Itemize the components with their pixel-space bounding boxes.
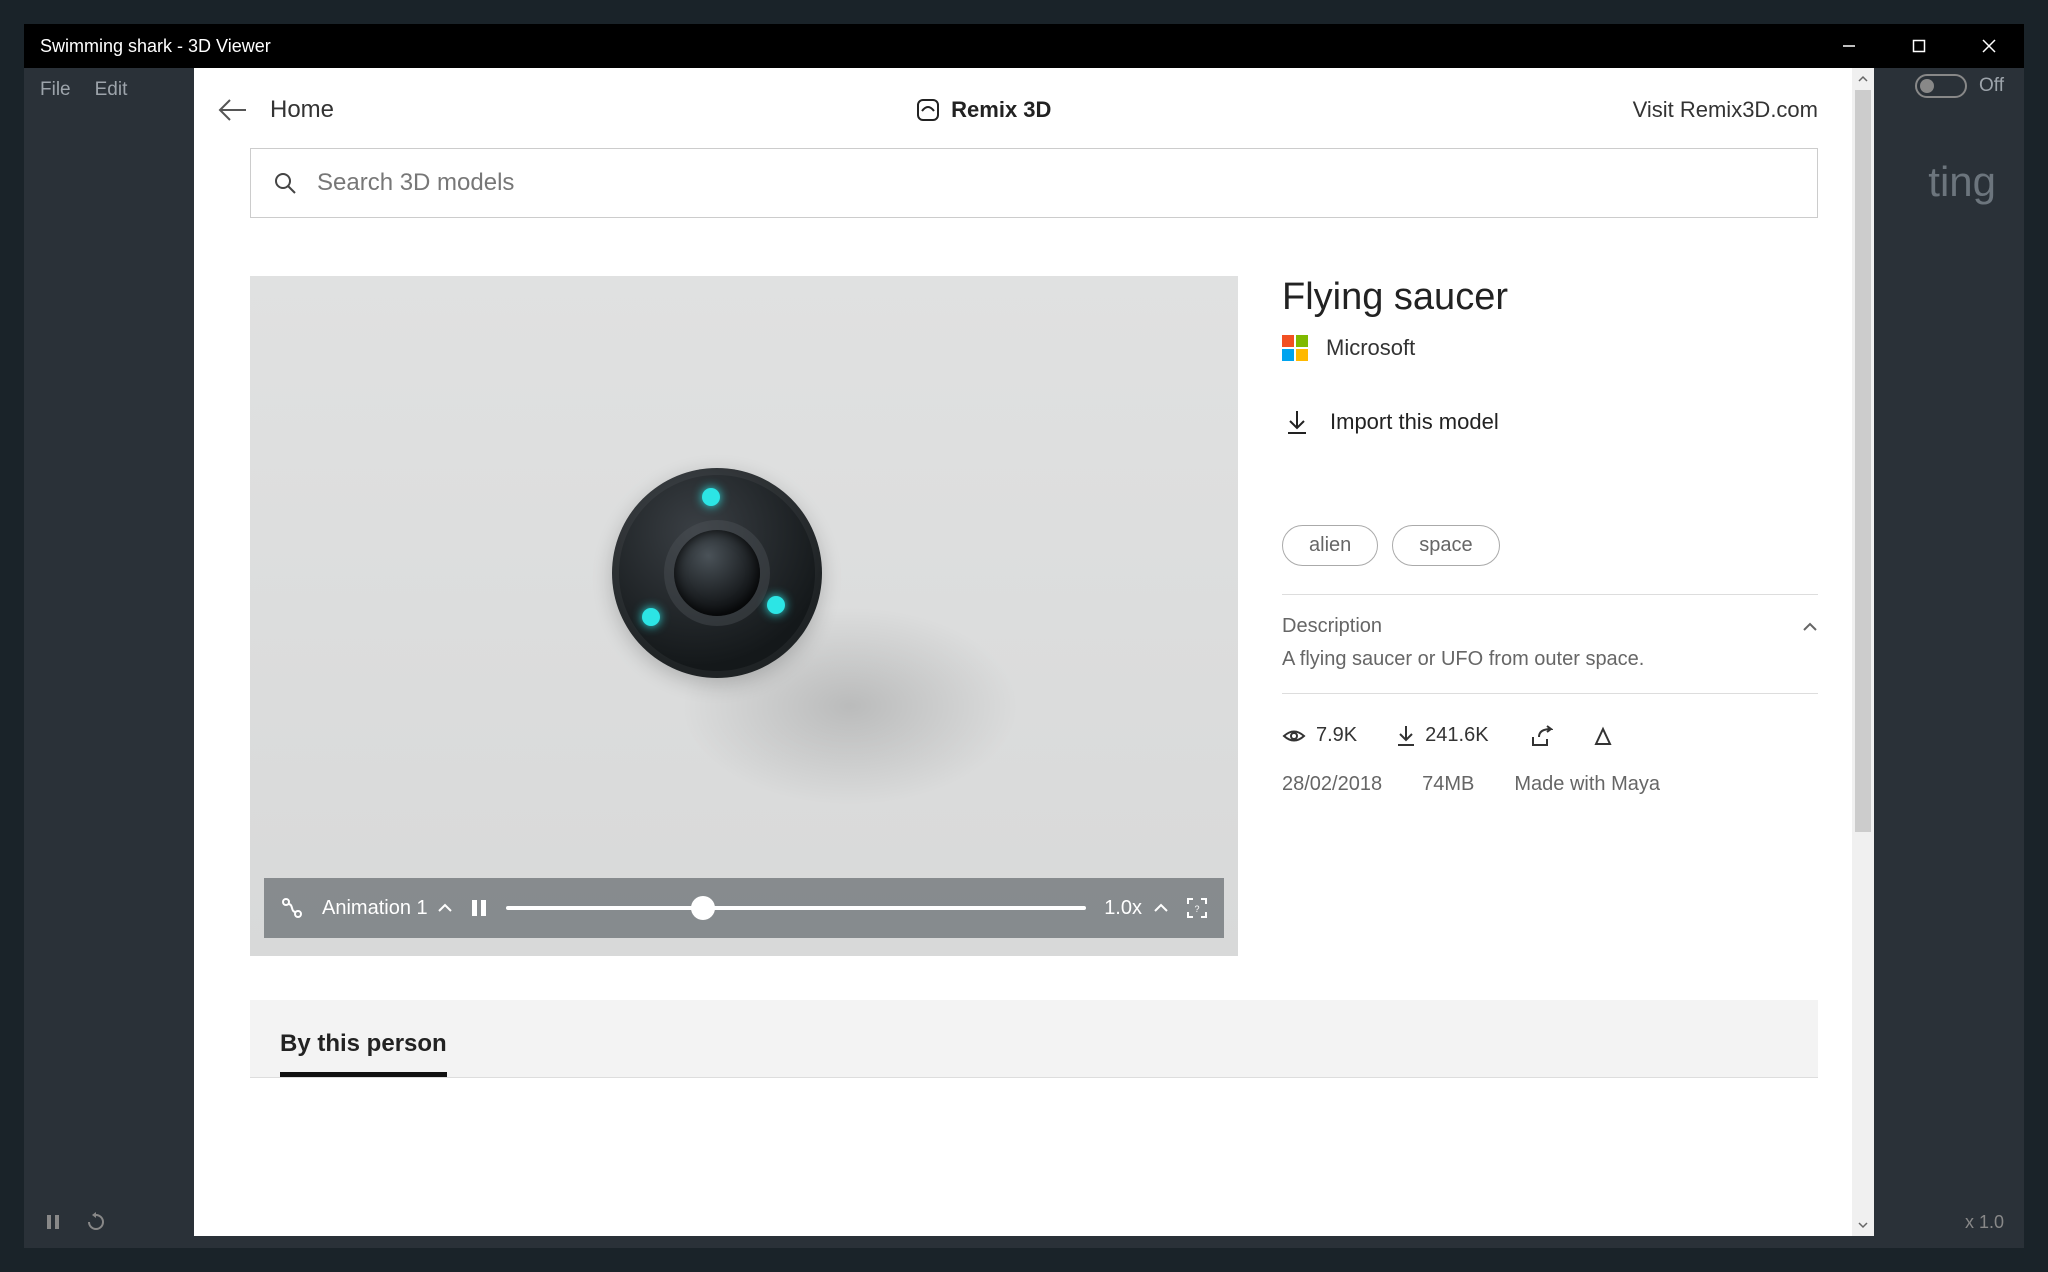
window-title: Swimming shark - 3D Viewer xyxy=(40,36,1814,57)
download-icon xyxy=(1286,409,1308,435)
share-icon[interactable] xyxy=(1529,725,1553,747)
remix3d-panel: Home Remix 3D Visit Remix3D.com xyxy=(194,68,1874,1236)
app-body: File Edit Off ting x 1.0 H xyxy=(24,68,2024,1248)
download-icon xyxy=(1397,725,1415,747)
model-details: Flying saucer Microsoft Import this mode… xyxy=(1282,276,1818,956)
toggle-icon xyxy=(1915,74,1967,98)
search-row xyxy=(194,142,1874,228)
remix3d-logo-icon xyxy=(915,97,941,123)
scroll-thumb[interactable] xyxy=(1855,90,1871,832)
scroll-up-icon[interactable] xyxy=(1852,68,1874,90)
tag-space[interactable]: space xyxy=(1392,525,1499,566)
views-count: 7.9K xyxy=(1316,724,1357,747)
scroll-down-icon[interactable] xyxy=(1852,1214,1874,1236)
search-icon xyxy=(273,171,297,195)
close-button[interactable] xyxy=(1954,24,2024,68)
chevron-up-icon xyxy=(438,903,452,913)
reload-icon[interactable] xyxy=(86,1212,106,1232)
model-viewer[interactable]: Animation 1 1.0x xyxy=(250,276,1238,956)
speed-control[interactable]: 1.0x xyxy=(1104,897,1168,920)
menu-file[interactable]: File xyxy=(40,79,71,101)
search-input[interactable] xyxy=(317,169,1795,197)
views-stat: 7.9K xyxy=(1282,724,1357,747)
import-label: Import this model xyxy=(1330,409,1499,435)
toggle-label: Off xyxy=(1979,75,2004,97)
back-arrow-icon xyxy=(218,98,248,122)
downloads-count: 241.6K xyxy=(1425,724,1488,747)
speed-label: 1.0x xyxy=(1104,897,1142,920)
maximize-button[interactable] xyxy=(1884,24,1954,68)
speed-label: x 1.0 xyxy=(1965,1212,2004,1233)
author-row[interactable]: Microsoft xyxy=(1282,335,1818,361)
minimize-button[interactable] xyxy=(1814,24,1884,68)
flag-icon[interactable] xyxy=(1593,726,1613,746)
scroll-track[interactable] xyxy=(1852,90,1874,1214)
pause-icon[interactable] xyxy=(470,898,488,918)
titlebar: Swimming shark - 3D Viewer xyxy=(24,24,2024,68)
animation-bar: Animation 1 1.0x xyxy=(264,878,1224,938)
meta-row: 28/02/2018 74MB Made with Maya xyxy=(1282,759,1818,810)
downloads-stat: 241.6K xyxy=(1397,724,1488,747)
meta-size: 74MB xyxy=(1422,773,1474,796)
animation-slider[interactable] xyxy=(506,906,1087,910)
tag-list: alien space xyxy=(1282,525,1818,566)
fullscreen-icon[interactable]: ? xyxy=(1186,897,1208,919)
background-partial-text: ting xyxy=(1928,158,1996,206)
window: Swimming shark - 3D Viewer File Edit Off… xyxy=(24,24,2024,1248)
import-button[interactable]: Import this model xyxy=(1282,409,1818,435)
description-header[interactable]: Description xyxy=(1282,595,1818,648)
chevron-up-icon xyxy=(1802,621,1818,633)
brand: Remix 3D xyxy=(334,97,1633,123)
back-button[interactable]: Home xyxy=(218,96,334,124)
menu-edit[interactable]: Edit xyxy=(95,79,128,101)
tabs-row: By this person xyxy=(250,1000,1818,1078)
visit-link[interactable]: Visit Remix3D.com xyxy=(1633,97,1818,123)
background-toggle[interactable]: Off xyxy=(1915,74,2004,98)
main-row: Animation 1 1.0x xyxy=(194,228,1874,956)
animation-select[interactable]: Animation 1 xyxy=(322,897,452,920)
scrollbar[interactable] xyxy=(1852,68,1874,1236)
microsoft-logo-icon xyxy=(1282,335,1308,361)
description-label: Description xyxy=(1282,615,1382,638)
meta-date: 28/02/2018 xyxy=(1282,773,1382,796)
chevron-up-icon xyxy=(1154,903,1168,913)
model-title: Flying saucer xyxy=(1282,276,1818,319)
search-box[interactable] xyxy=(250,148,1818,218)
model-render xyxy=(612,468,822,678)
pause-icon[interactable] xyxy=(44,1213,62,1231)
window-controls xyxy=(1814,24,2024,68)
panel-header: Home Remix 3D Visit Remix3D.com xyxy=(194,68,1874,142)
meta-made-with: Made with Maya xyxy=(1514,773,1660,796)
animation-icon xyxy=(280,896,304,920)
tag-alien[interactable]: alien xyxy=(1282,525,1378,566)
back-label: Home xyxy=(270,96,334,124)
svg-text:?: ? xyxy=(1194,904,1199,914)
stats-row: 7.9K 241.6K xyxy=(1282,694,1818,759)
animation-label: Animation 1 xyxy=(322,897,428,920)
slider-thumb[interactable] xyxy=(691,896,715,920)
tab-by-person[interactable]: By this person xyxy=(280,1030,447,1077)
description-text: A flying saucer or UFO from outer space. xyxy=(1282,648,1818,693)
brand-label: Remix 3D xyxy=(951,97,1051,123)
eye-icon xyxy=(1282,727,1306,745)
menubar: File Edit xyxy=(24,68,143,112)
author-name: Microsoft xyxy=(1326,335,1415,361)
